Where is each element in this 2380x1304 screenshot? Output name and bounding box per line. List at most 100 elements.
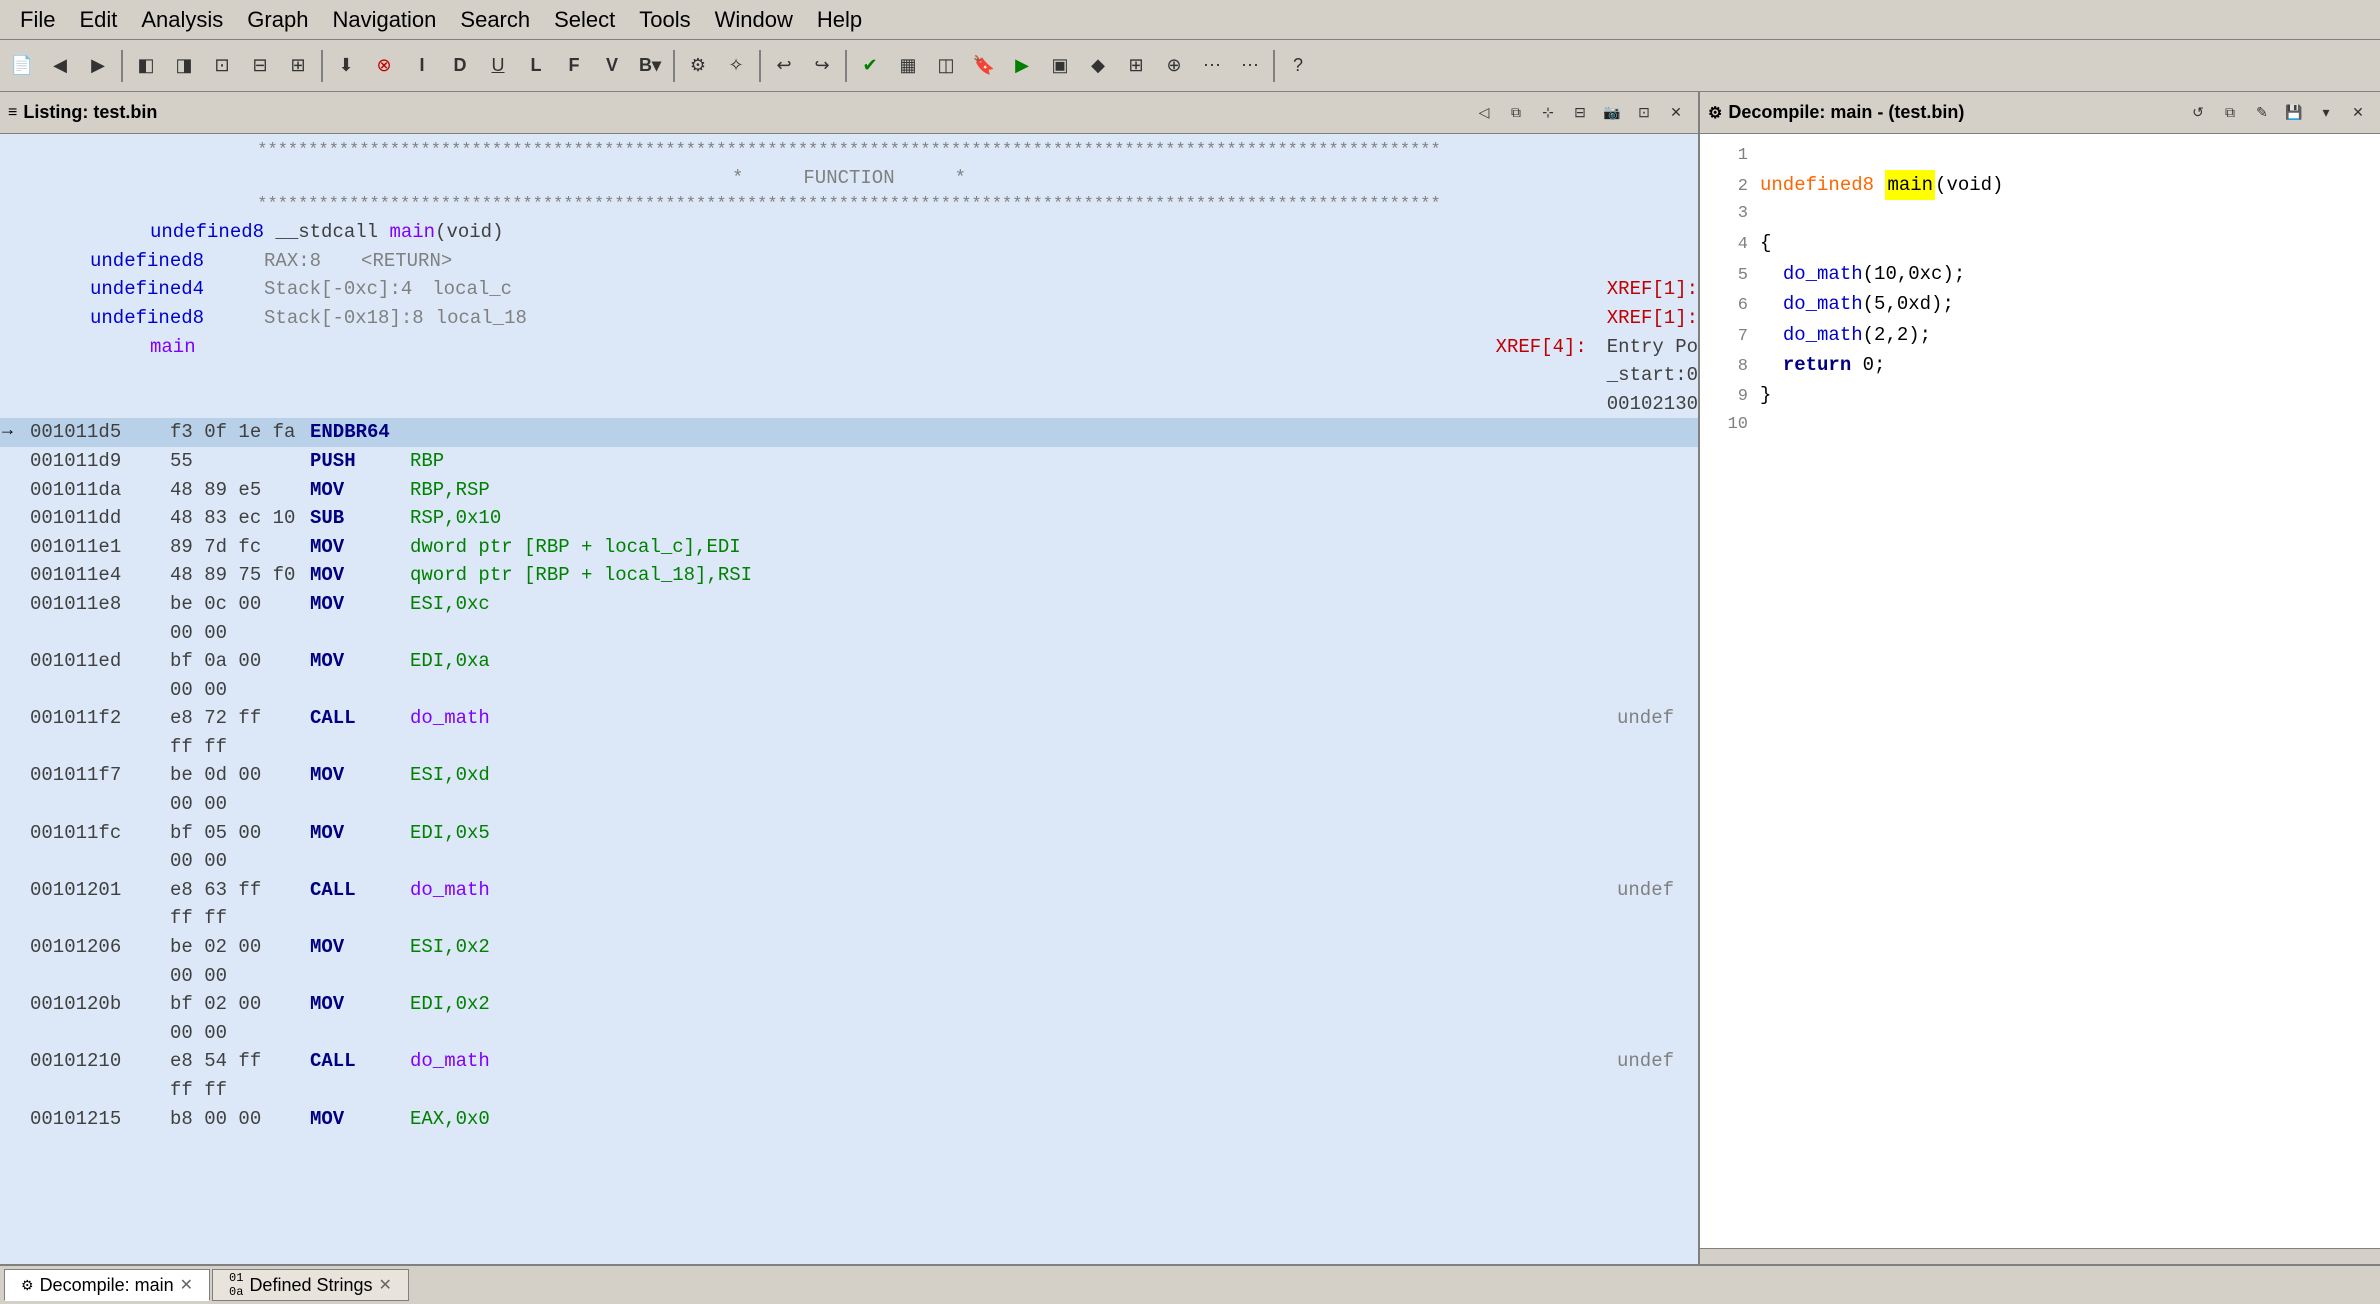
menu-help[interactable]: Help bbox=[805, 3, 874, 37]
listing-title-text: Listing: test.bin bbox=[23, 102, 157, 123]
listing-mov-edi-0x2[interactable]: 0010120b bf 02 00 MOV EDI,0x2 bbox=[0, 990, 1698, 1019]
decompile-copy-btn[interactable]: ⧉ bbox=[2216, 99, 2244, 127]
menu-analysis[interactable]: Analysis bbox=[129, 3, 235, 37]
listing-call-domath-3[interactable]: 00101210 e8 54 ff CALL do_math undef bbox=[0, 1047, 1698, 1076]
tb-D[interactable]: D bbox=[442, 48, 478, 84]
tb-btn-3[interactable]: ⊡ bbox=[204, 48, 240, 84]
decompile-linenum-2: 2 bbox=[1712, 173, 1748, 200]
listing-snap-btn[interactable]: ⊟ bbox=[1566, 99, 1594, 127]
listing-nav-btn[interactable]: ◁ bbox=[1470, 99, 1498, 127]
decompile-code-8: return 0; bbox=[1760, 350, 1885, 380]
tab-decompile-main[interactable]: ⚙ Decompile: main ✕ bbox=[4, 1269, 210, 1301]
listing-content[interactable]: ****************************************… bbox=[0, 134, 1698, 1264]
decompile-linenum-9: 9 bbox=[1712, 383, 1748, 410]
listing-bytes-cont-2: 00 00 bbox=[0, 676, 1698, 705]
tb-redo[interactable]: ↪ bbox=[804, 48, 840, 84]
tab-strings-label: Defined Strings bbox=[249, 1275, 372, 1296]
back-button[interactable]: ◀ bbox=[42, 48, 78, 84]
toolbar-sep-5 bbox=[845, 50, 847, 82]
tb-help[interactable]: ? bbox=[1280, 48, 1316, 84]
decompile-edit-btn[interactable]: ✎ bbox=[2248, 99, 2276, 127]
listing-function-header: * FUNCTION * bbox=[0, 164, 1698, 193]
menu-navigation[interactable]: Navigation bbox=[320, 3, 448, 37]
listing-push-rbp[interactable]: 001011d9 55 PUSH RBP bbox=[0, 447, 1698, 476]
tb-run[interactable]: ▶ bbox=[1004, 48, 1040, 84]
menu-edit[interactable]: Edit bbox=[67, 3, 129, 37]
menu-select[interactable]: Select bbox=[542, 3, 627, 37]
listing-mov-qword[interactable]: 001011e4 48 89 75 f0 MOV qword ptr [RBP … bbox=[0, 561, 1698, 590]
listing-close-btn[interactable]: ✕ bbox=[1662, 99, 1690, 127]
tb-btn-4[interactable]: ⊟ bbox=[242, 48, 278, 84]
decompile-type: undefined8 bbox=[1760, 170, 1874, 200]
decompile-save-btn[interactable]: 💾 bbox=[2280, 99, 2308, 127]
listing-mov-edi-0xa[interactable]: 001011ed bf 0a 00 MOV EDI,0xa bbox=[0, 647, 1698, 676]
listing-icon: ≡ bbox=[8, 104, 17, 122]
listing-func-def: undefined8 __stdcall main(void) bbox=[0, 218, 1698, 247]
tb-I[interactable]: I bbox=[404, 48, 440, 84]
listing-mov-dword[interactable]: 001011e1 89 7d fc MOV dword ptr [RBP + l… bbox=[0, 533, 1698, 562]
listing-call-domath-2[interactable]: 00101201 e8 63 ff CALL do_math undef bbox=[0, 876, 1698, 905]
decompile-line-6: 6 do_math(5,0xd); bbox=[1712, 289, 2368, 319]
decompile-line-2: 2 undefined8 main (void) bbox=[1712, 170, 2368, 200]
tb-stop[interactable]: ⊗ bbox=[366, 48, 402, 84]
tb-down[interactable]: ⬇ bbox=[328, 48, 364, 84]
tab-strings-close[interactable]: ✕ bbox=[379, 1275, 392, 1295]
tb-bookmark[interactable]: 🔖 bbox=[966, 48, 1002, 84]
forward-button[interactable]: ▶ bbox=[80, 48, 116, 84]
listing-view-btn[interactable]: ⊡ bbox=[1630, 99, 1658, 127]
listing-bytes-cont-3: ff ff bbox=[0, 733, 1698, 762]
listing-xref-1: _start:0 bbox=[0, 361, 1698, 390]
new-button[interactable]: 📄 bbox=[4, 48, 40, 84]
tb-btn-5[interactable]: ⊞ bbox=[280, 48, 316, 84]
listing-mov-esi-0xd[interactable]: 001011f7 be 0d 00 MOV ESI,0xd bbox=[0, 761, 1698, 790]
decompile-scrollbar[interactable] bbox=[1700, 1248, 2380, 1264]
menu-search[interactable]: Search bbox=[448, 3, 542, 37]
menu-file[interactable]: File bbox=[8, 3, 67, 37]
listing-call-domath-1[interactable]: 001011f2 e8 72 ff CALL do_math undef bbox=[0, 704, 1698, 733]
tb-V[interactable]: V bbox=[594, 48, 630, 84]
listing-mov-edi-0x5[interactable]: 001011fc bf 05 00 MOV EDI,0x5 bbox=[0, 819, 1698, 848]
decompile-close-brace: } bbox=[1760, 380, 1771, 410]
tb-grid[interactable]: ▦ bbox=[890, 48, 926, 84]
listing-endbr64[interactable]: → 001011d5 f3 0f 1e fa ENDBR64 bbox=[0, 418, 1698, 447]
tb-table[interactable]: ⊞ bbox=[1118, 48, 1154, 84]
listing-mov-esi-0xc[interactable]: 001011e8 be 0c 00 MOV ESI,0xc bbox=[0, 590, 1698, 619]
tab-decompile-close[interactable]: ✕ bbox=[180, 1275, 193, 1295]
tb-more2[interactable]: ⋯ bbox=[1232, 48, 1268, 84]
menu-graph[interactable]: Graph bbox=[235, 3, 320, 37]
listing-clone-btn[interactable]: ⧉ bbox=[1502, 99, 1530, 127]
menu-tools[interactable]: Tools bbox=[627, 3, 702, 37]
tb-more[interactable]: ⋯ bbox=[1194, 48, 1230, 84]
tb-U[interactable]: U bbox=[480, 48, 516, 84]
decompile-content[interactable]: 1 2 undefined8 main (void) 3 4 { 5 bbox=[1700, 134, 2380, 1248]
tb-btn-2[interactable]: ◨ bbox=[166, 48, 202, 84]
decompile-close-btn[interactable]: ✕ bbox=[2344, 99, 2372, 127]
listing-cursor-btn[interactable]: ⊹ bbox=[1534, 99, 1562, 127]
tb-mem[interactable]: ◫ bbox=[928, 48, 964, 84]
bottom-tabs: ⚙ Decompile: main ✕ 010a Defined Strings… bbox=[0, 1264, 2380, 1304]
decompile-refresh-btn[interactable]: ↺ bbox=[2184, 99, 2212, 127]
listing-var-local-18: undefined8 Stack[-0x18]:8 local_18 XREF[… bbox=[0, 304, 1698, 333]
listing-cam-btn[interactable]: 📷 bbox=[1598, 99, 1626, 127]
tab-defined-strings[interactable]: 010a Defined Strings ✕ bbox=[212, 1269, 409, 1301]
tb-check[interactable]: ✔ bbox=[852, 48, 888, 84]
tb-patch[interactable]: ⚙ bbox=[680, 48, 716, 84]
decompile-linenum-6: 6 bbox=[1712, 292, 1748, 319]
tb-L[interactable]: L bbox=[518, 48, 554, 84]
decompile-line-10: 10 bbox=[1712, 411, 2368, 439]
decompile-linenum-3: 3 bbox=[1712, 200, 1748, 227]
tb-undo[interactable]: ↩ bbox=[766, 48, 802, 84]
listing-mov-rbp-rsp[interactable]: 001011da 48 89 e5 MOV RBP,RSP bbox=[0, 476, 1698, 505]
tb-run2[interactable]: ▣ bbox=[1042, 48, 1078, 84]
tb-B[interactable]: B▾ bbox=[632, 48, 668, 84]
tb-btn-1[interactable]: ◧ bbox=[128, 48, 164, 84]
tb-patch2[interactable]: ✧ bbox=[718, 48, 754, 84]
menu-window[interactable]: Window bbox=[703, 3, 805, 37]
tb-F[interactable]: F bbox=[556, 48, 592, 84]
listing-mov-esi-0x2[interactable]: 00101206 be 02 00 MOV ESI,0x2 bbox=[0, 933, 1698, 962]
tb-ref[interactable]: ⊕ bbox=[1156, 48, 1192, 84]
decompile-more-btn[interactable]: ▾ bbox=[2312, 99, 2340, 127]
listing-sub-rsp[interactable]: 001011dd 48 83 ec 10 SUB RSP,0x10 bbox=[0, 504, 1698, 533]
tb-diamond[interactable]: ◆ bbox=[1080, 48, 1116, 84]
listing-mov-eax-0[interactable]: 00101215 b8 00 00 MOV EAX,0x0 bbox=[0, 1105, 1698, 1134]
